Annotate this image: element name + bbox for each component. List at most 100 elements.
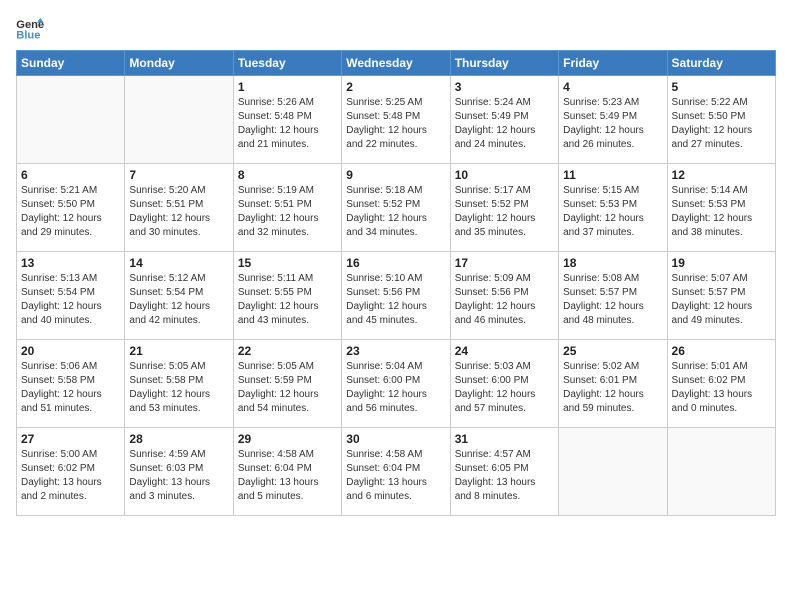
calendar-cell: 16Sunrise: 5:10 AM Sunset: 5:56 PM Dayli… [342,252,450,340]
day-number: 21 [129,344,228,358]
calendar-cell: 11 Sunrise: 5:15 AM Sunset: 5:53 PM Dayli… [559,164,667,252]
calendar-cell: 4 Sunrise: 5:23 AM Sunset: 5:49 PM Daylig… [559,76,667,164]
day-info: Sunrise: 4:59 AM Sunset: 6:03 PM Dayligh… [129,448,228,504]
day-number: 25 [563,344,662,358]
day-number: 31 [455,432,554,446]
calendar-cell [17,76,125,164]
day-info: Sunrise: 5:06 AM Sunset: 5:58 PM Dayligh… [21,360,120,416]
calendar-cell: 30Sunrise: 4:58 AM Sunset: 6:04 PM Dayli… [342,428,450,516]
day-number: 29 [238,432,337,446]
calendar-cell [667,428,775,516]
calendar: SundayMondayTuesdayWednesdayThursdayFrid… [16,50,776,516]
day-info: Sunrise: 5:15 AM Sunset: 5:53 PM Dayligh… [563,184,662,240]
day-number: 14 [129,256,228,270]
day-number: 19 [672,256,771,270]
day-info: Sunrise: 5:26 AM Sunset: 5:48 PM Dayligh… [238,96,337,152]
calendar-cell: 14Sunrise: 5:12 AM Sunset: 5:54 PM Dayli… [125,252,233,340]
day-number: 28 [129,432,228,446]
day-number: 26 [672,344,771,358]
day-number: 15 [238,256,337,270]
logo-icon: General Blue [16,16,44,40]
day-number: 30 [346,432,445,446]
calendar-cell: 15 Sunrise: 5:11 AM Sunset: 5:55 PM Dayli… [233,252,341,340]
day-number: 5 [672,80,771,94]
day-number: 20 [21,344,120,358]
weekday-header-wednesday: Wednesday [342,51,450,76]
day-info: Sunrise: 5:02 AM Sunset: 6:01 PM Dayligh… [563,360,662,416]
calendar-cell: 25 Sunrise: 5:02 AM Sunset: 6:01 PM Dayli… [559,340,667,428]
day-info: Sunrise: 5:18 AM Sunset: 5:52 PM Dayligh… [346,184,445,240]
day-info: Sunrise: 5:19 AM Sunset: 5:51 PM Dayligh… [238,184,337,240]
day-number: 2 [346,80,445,94]
day-number: 7 [129,168,228,182]
calendar-cell [559,428,667,516]
day-info: Sunrise: 5:07 AM Sunset: 5:57 PM Dayligh… [672,272,771,328]
day-info: Sunrise: 5:11 AM Sunset: 5:55 PM Dayligh… [238,272,337,328]
calendar-cell: 19 Sunrise: 5:07 AM Sunset: 5:57 PM Dayli… [667,252,775,340]
day-info: Sunrise: 5:22 AM Sunset: 5:50 PM Dayligh… [672,96,771,152]
day-info: Sunrise: 4:57 AM Sunset: 6:05 PM Dayligh… [455,448,554,504]
day-number: 3 [455,80,554,94]
day-info: Sunrise: 5:13 AM Sunset: 5:54 PM Dayligh… [21,272,120,328]
calendar-cell: 29 Sunrise: 4:58 AM Sunset: 6:04 PM Dayli… [233,428,341,516]
day-number: 4 [563,80,662,94]
calendar-cell: 2 Sunrise: 5:25 AM Sunset: 5:48 PM Daylig… [342,76,450,164]
weekday-header-saturday: Saturday [667,51,775,76]
weekday-header-friday: Friday [559,51,667,76]
day-info: Sunrise: 5:17 AM Sunset: 5:52 PM Dayligh… [455,184,554,240]
svg-text:Blue: Blue [16,29,40,40]
day-number: 24 [455,344,554,358]
weekday-header-monday: Monday [125,51,233,76]
calendar-cell: 12 Sunrise: 5:14 AM Sunset: 5:53 PM Dayli… [667,164,775,252]
calendar-cell: 6Sunrise: 5:21 AM Sunset: 5:50 PM Daylig… [17,164,125,252]
day-info: Sunrise: 5:14 AM Sunset: 5:53 PM Dayligh… [672,184,771,240]
day-number: 11 [563,168,662,182]
calendar-cell: 26 Sunrise: 5:01 AM Sunset: 6:02 PM Dayli… [667,340,775,428]
day-info: Sunrise: 5:05 AM Sunset: 5:59 PM Dayligh… [238,360,337,416]
weekday-header-tuesday: Tuesday [233,51,341,76]
day-info: Sunrise: 4:58 AM Sunset: 6:04 PM Dayligh… [238,448,337,504]
calendar-cell: 1 Sunrise: 5:26 AM Sunset: 5:48 PM Daylig… [233,76,341,164]
day-number: 18 [563,256,662,270]
day-info: Sunrise: 5:04 AM Sunset: 6:00 PM Dayligh… [346,360,445,416]
logo: General Blue [16,16,44,40]
day-info: Sunrise: 5:08 AM Sunset: 5:57 PM Dayligh… [563,272,662,328]
day-number: 10 [455,168,554,182]
calendar-cell: 24 Sunrise: 5:03 AM Sunset: 6:00 PM Dayli… [450,340,558,428]
day-number: 13 [21,256,120,270]
calendar-cell: 22 Sunrise: 5:05 AM Sunset: 5:59 PM Dayli… [233,340,341,428]
day-info: Sunrise: 5:00 AM Sunset: 6:02 PM Dayligh… [21,448,120,504]
calendar-cell: 28 Sunrise: 4:59 AM Sunset: 6:03 PM Dayli… [125,428,233,516]
day-info: Sunrise: 5:03 AM Sunset: 6:00 PM Dayligh… [455,360,554,416]
calendar-cell: 27 Sunrise: 5:00 AM Sunset: 6:02 PM Dayli… [17,428,125,516]
calendar-cell: 21Sunrise: 5:05 AM Sunset: 5:58 PM Dayli… [125,340,233,428]
day-info: Sunrise: 5:20 AM Sunset: 5:51 PM Dayligh… [129,184,228,240]
calendar-cell: 17 Sunrise: 5:09 AM Sunset: 5:56 PM Dayli… [450,252,558,340]
day-info: Sunrise: 5:25 AM Sunset: 5:48 PM Dayligh… [346,96,445,152]
day-number: 6 [21,168,120,182]
day-info: Sunrise: 5:23 AM Sunset: 5:49 PM Dayligh… [563,96,662,152]
calendar-cell: 31 Sunrise: 4:57 AM Sunset: 6:05 PM Dayli… [450,428,558,516]
weekday-header-sunday: Sunday [17,51,125,76]
calendar-cell: 20 Sunrise: 5:06 AM Sunset: 5:58 PM Dayli… [17,340,125,428]
calendar-cell: 9 Sunrise: 5:18 AM Sunset: 5:52 PM Daylig… [342,164,450,252]
calendar-cell: 10 Sunrise: 5:17 AM Sunset: 5:52 PM Dayli… [450,164,558,252]
day-number: 1 [238,80,337,94]
day-number: 27 [21,432,120,446]
day-number: 16 [346,256,445,270]
calendar-cell [125,76,233,164]
calendar-cell: 23 Sunrise: 5:04 AM Sunset: 6:00 PM Dayli… [342,340,450,428]
day-info: Sunrise: 5:01 AM Sunset: 6:02 PM Dayligh… [672,360,771,416]
day-number: 12 [672,168,771,182]
day-number: 22 [238,344,337,358]
calendar-cell: 18 Sunrise: 5:08 AM Sunset: 5:57 PM Dayli… [559,252,667,340]
day-number: 9 [346,168,445,182]
day-number: 17 [455,256,554,270]
day-number: 8 [238,168,337,182]
day-number: 23 [346,344,445,358]
calendar-cell: 3 Sunrise: 5:24 AM Sunset: 5:49 PM Daylig… [450,76,558,164]
calendar-cell: 7 Sunrise: 5:20 AM Sunset: 5:51 PM Daylig… [125,164,233,252]
day-info: Sunrise: 5:24 AM Sunset: 5:49 PM Dayligh… [455,96,554,152]
calendar-cell: 8 Sunrise: 5:19 AM Sunset: 5:51 PM Daylig… [233,164,341,252]
day-info: Sunrise: 5:09 AM Sunset: 5:56 PM Dayligh… [455,272,554,328]
